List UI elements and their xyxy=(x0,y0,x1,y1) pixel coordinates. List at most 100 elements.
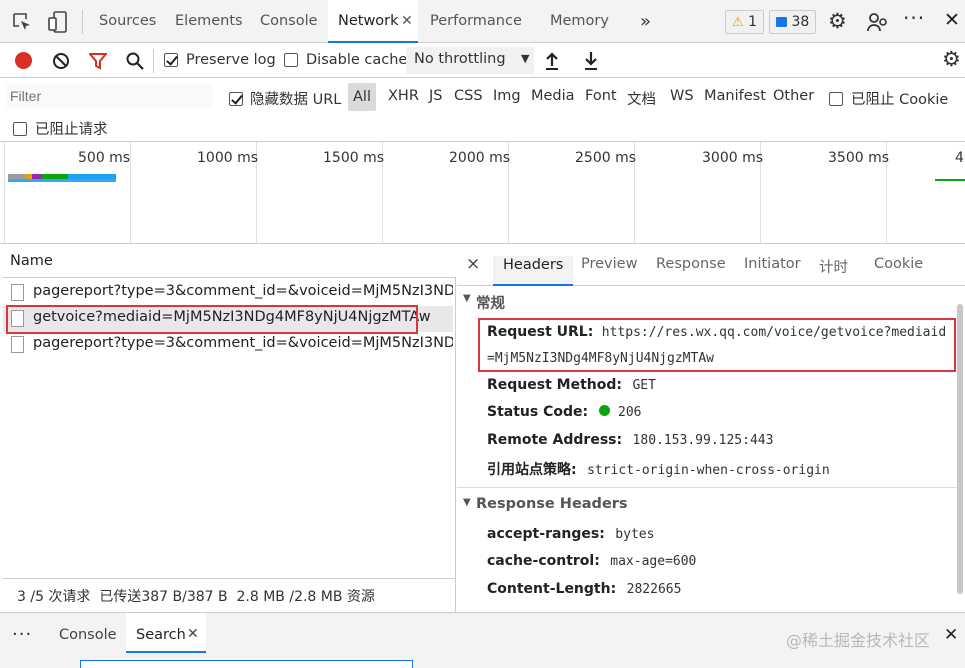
general-section-header[interactable]: ▼ 常规 xyxy=(457,290,957,312)
chevron-down-icon: ▼ xyxy=(521,52,530,65)
tab-network-label: Network xyxy=(338,13,399,29)
blocked-requests-checkbox[interactable] xyxy=(13,121,27,136)
timeline-tick-label: 40 xyxy=(955,150,965,166)
search-icon[interactable] xyxy=(126,52,144,70)
tab-cookies[interactable]: Cookie xyxy=(874,256,923,272)
request-row[interactable]: pagereport?type=3&comment_id=&voiceid=Mj… xyxy=(3,332,453,358)
record-button[interactable] xyxy=(15,52,32,69)
response-headers-section-header[interactable]: ▼ Response Headers xyxy=(457,494,957,516)
clear-icon[interactable] xyxy=(52,52,70,70)
network-settings-gear-icon[interactable]: ⚙ xyxy=(942,48,961,70)
toolbar-divider xyxy=(153,49,154,73)
tab-divider xyxy=(82,10,83,34)
blocked-requests-toggle[interactable]: 已阻止请求 xyxy=(13,118,108,139)
filter-type-js[interactable]: JS xyxy=(429,88,442,104)
filter-input[interactable] xyxy=(6,84,213,108)
request-url-value-cont: =MjM5NzI3NDg4MF8yNjU4NjgzMTAw xyxy=(487,351,714,366)
preserve-log-label: Preserve log xyxy=(186,52,276,68)
accept-ranges-row: accept-ranges: bytes xyxy=(487,526,654,542)
highlight-box xyxy=(6,305,418,334)
filter-icon[interactable] xyxy=(87,52,109,70)
remote-devices-icon[interactable] xyxy=(866,10,890,34)
hide-data-urls-label: 隐藏数据 URL xyxy=(250,92,342,108)
referrer-policy-value: strict-origin-when-cross-origin xyxy=(587,463,830,478)
request-url-row: Request URL: https://res.wx.qq.com/voice… xyxy=(487,324,946,340)
preserve-log-checkbox[interactable] xyxy=(164,53,178,67)
drawer-tab-console[interactable]: Console xyxy=(59,627,117,643)
tab-network[interactable]: Network ✕ xyxy=(328,0,418,43)
close-devtools-icon[interactable]: ✕ xyxy=(944,9,960,31)
messages-badge[interactable]: 38 xyxy=(769,10,817,34)
request-detail-pane: × Headers Preview Response Initiator 计时 … xyxy=(457,244,965,612)
tab-console[interactable]: Console xyxy=(260,0,318,43)
tab-timing[interactable]: 计时 xyxy=(819,256,848,277)
throttling-select[interactable]: No throttling ▼ xyxy=(406,47,534,74)
drawer-tab-search[interactable]: Search ✕ xyxy=(126,613,206,653)
preserve-log-toggle[interactable]: Preserve log xyxy=(164,52,276,68)
settings-gear-icon[interactable]: ⚙ xyxy=(828,10,847,32)
import-har-icon[interactable] xyxy=(544,51,560,70)
tab-sources[interactable]: Sources xyxy=(99,0,156,43)
blocked-cookies-toggle[interactable]: 已阻止 Cookie xyxy=(829,88,948,109)
file-icon xyxy=(11,284,24,301)
cache-control-label: cache-control: xyxy=(487,553,600,569)
disable-cache-checkbox[interactable] xyxy=(284,53,298,67)
warnings-count: 1 xyxy=(748,14,758,30)
filter-type-other[interactable]: Other xyxy=(773,88,814,104)
cache-control-row: cache-control: max-age=600 xyxy=(487,553,696,569)
scrollbar-thumb[interactable] xyxy=(957,304,963,594)
hide-data-urls-toggle[interactable]: 隐藏数据 URL xyxy=(229,88,341,109)
timeline-overview[interactable]: 500 ms 1000 ms 1500 ms 2000 ms 2500 ms 3… xyxy=(0,142,965,244)
tab-preview[interactable]: Preview xyxy=(581,256,637,272)
filter-type-doc[interactable]: 文档 xyxy=(627,88,656,109)
warnings-badge[interactable]: ⚠ 1 xyxy=(725,10,765,34)
timeline-tick-label: 1500 ms xyxy=(323,150,385,166)
filter-type-img[interactable]: Img xyxy=(493,88,521,104)
detail-tab-bar: × Headers Preview Response Initiator 计时 … xyxy=(457,244,965,286)
tab-response[interactable]: Response xyxy=(656,256,726,272)
more-options-icon[interactable]: ··· xyxy=(903,6,925,30)
tab-close-icon[interactable]: ✕ xyxy=(401,0,413,43)
close-detail-icon[interactable]: × xyxy=(466,254,480,274)
timeline-tick-label: 3500 ms xyxy=(828,150,890,166)
filter-type-all[interactable]: All xyxy=(348,83,376,111)
tab-elements[interactable]: Elements xyxy=(175,0,243,43)
request-list: Name pagereport?type=3&comment_id=&voice… xyxy=(3,244,456,612)
inspect-element-icon[interactable] xyxy=(12,12,32,32)
name-column-header[interactable]: Name xyxy=(3,244,456,278)
close-drawer-icon[interactable]: ✕ xyxy=(944,625,958,645)
timeline-gridline xyxy=(4,142,5,243)
watermark: @稀土掘金技术社区 xyxy=(786,631,931,650)
content-length-value: 2822665 xyxy=(626,582,682,597)
device-toolbar-icon[interactable] xyxy=(48,11,68,33)
filter-type-media[interactable]: Media xyxy=(531,88,575,104)
timeline-tick-label: 2500 ms xyxy=(575,150,637,166)
request-row[interactable]: pagereport?type=3&comment_id=&voiceid=Mj… xyxy=(3,280,453,306)
filter-type-manifest[interactable]: Manifest xyxy=(704,88,766,104)
drawer-more-icon[interactable]: ··· xyxy=(12,624,32,645)
status-code-row: Status Code: 206 xyxy=(487,404,642,420)
blocked-cookies-checkbox[interactable] xyxy=(829,91,843,106)
export-har-icon[interactable] xyxy=(583,51,599,70)
tab-memory[interactable]: Memory xyxy=(550,0,609,43)
timeline-tick-label: 500 ms xyxy=(78,150,131,166)
request-method-row: Request Method: GET xyxy=(487,377,656,393)
drawer-tab-close-icon[interactable]: ✕ xyxy=(187,626,199,642)
filter-type-css[interactable]: CSS xyxy=(454,88,483,104)
more-tabs-icon[interactable]: » xyxy=(640,0,651,43)
request-method-label: Request Method: xyxy=(487,377,622,393)
search-input-partial[interactable] xyxy=(80,660,413,668)
filter-type-xhr[interactable]: XHR xyxy=(388,88,419,104)
status-bar: 3 /5 次请求 已传送387 B/387 B 2.8 MB /2.8 MB 资… xyxy=(3,578,456,612)
disable-cache-toggle[interactable]: Disable cache xyxy=(284,52,407,68)
tab-performance[interactable]: Performance xyxy=(430,0,522,43)
request-name: pagereport?type=3&comment_id=&voiceid=Mj… xyxy=(33,283,453,299)
status-code-label: Status Code: xyxy=(487,404,589,420)
tab-headers[interactable]: Headers xyxy=(493,256,574,286)
tab-initiator[interactable]: Initiator xyxy=(744,256,801,272)
filter-type-ws[interactable]: WS xyxy=(670,88,694,104)
devtools-tab-bar: Sources Elements Console Network ✕ Perfo… xyxy=(0,0,965,43)
timeline-bar xyxy=(8,179,116,182)
filter-type-font[interactable]: Font xyxy=(585,88,617,104)
hide-data-urls-checkbox[interactable] xyxy=(229,91,243,106)
